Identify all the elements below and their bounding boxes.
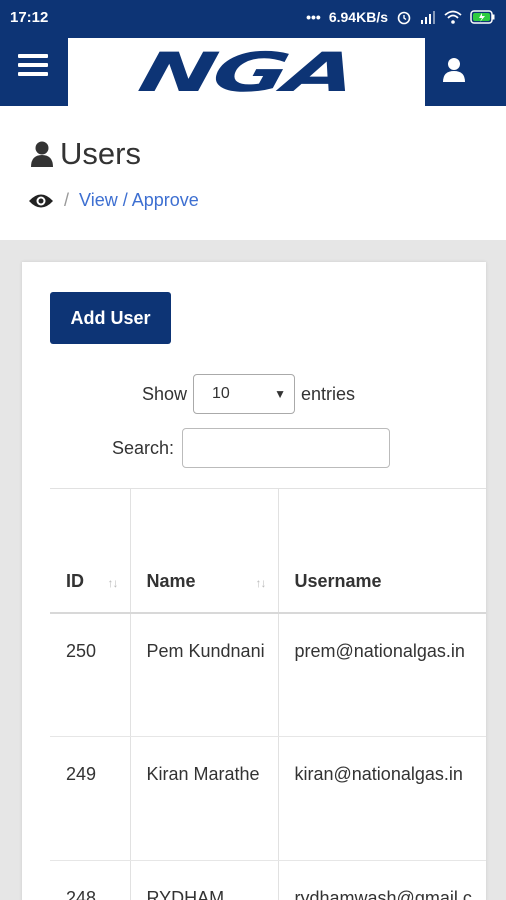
column-header-id[interactable]: ID ↑↓ [50, 488, 131, 614]
page-title-text: Users [60, 136, 141, 171]
entries-select[interactable]: 10 ▼ [193, 374, 296, 414]
logo-text: NGA [133, 40, 360, 104]
table-row[interactable]: 249 Kiran Marathe kiran@nationalgas.in [50, 736, 486, 861]
add-user-button[interactable]: Add User [50, 292, 171, 344]
alarm-icon [397, 11, 411, 25]
cell-id: 248 [50, 860, 131, 900]
users-table-wrapper: ID ↑↓ Name ↑↓ Username 250 Pem Kundnani [50, 488, 486, 900]
dots-icon: ••• [306, 9, 321, 25]
logo: NGA [68, 38, 425, 106]
table-row[interactable]: 248 RYDHAM rydhamwash@gmail.c [50, 860, 486, 900]
cell-username: kiran@nationalgas.in [278, 736, 486, 861]
status-time: 17:12 [10, 8, 49, 26]
network-speed: 6.94KB/s [328, 9, 388, 25]
table-row[interactable]: 250 Pem Kundnani prem@nationalgas.in [50, 612, 486, 737]
user-icon [31, 141, 53, 167]
cell-name: RYDHAM [130, 860, 279, 900]
status-bar: 17:12 ••• 6.94KB/s [0, 0, 506, 34]
app-bar: NGA [0, 34, 506, 106]
page-header: Users / View / Approve [0, 106, 506, 240]
battery-charging-icon [470, 10, 495, 24]
table-header-row: ID ↑↓ Name ↑↓ Username [50, 488, 486, 614]
eye-icon [29, 194, 53, 207]
users-table: ID ↑↓ Name ↑↓ Username 250 Pem Kundnani [50, 488, 486, 900]
page-title: Users [30, 136, 141, 172]
breadcrumb-separator: / [64, 190, 70, 210]
caret-down-icon: ▼ [274, 387, 287, 401]
signal-icon [421, 11, 435, 24]
cell-name: Kiran Marathe [130, 736, 279, 861]
cell-username: prem@nationalgas.in [278, 612, 486, 737]
hamburger-menu-icon[interactable] [18, 54, 48, 84]
show-label: Show [142, 383, 188, 404]
cell-id: 250 [50, 612, 131, 737]
entries-value: 10 [212, 385, 230, 402]
column-header-username[interactable]: Username [278, 488, 486, 614]
users-card: Add User Show 10 ▼ entries Search: ID ↑↓… [22, 262, 486, 900]
search-control: Search: [112, 428, 391, 468]
cell-name: Pem Kundnani [130, 612, 279, 737]
entries-control: Show 10 ▼ entries [142, 374, 355, 414]
wifi-icon [444, 10, 462, 24]
cell-username: rydhamwash@gmail.c [278, 860, 486, 900]
user-icon[interactable] [440, 56, 468, 84]
status-icons: ••• 6.94KB/s [306, 9, 496, 25]
search-input[interactable] [182, 428, 391, 468]
entries-label: entries [301, 383, 356, 404]
cell-id: 249 [50, 736, 131, 861]
column-header-name[interactable]: Name ↑↓ [130, 488, 279, 614]
breadcrumb-link[interactable]: View / Approve [79, 190, 199, 211]
search-label: Search: [112, 437, 175, 458]
sort-icon: ↑↓ [107, 575, 119, 590]
breadcrumb: / View / Approve [28, 190, 199, 211]
sort-icon: ↑↓ [255, 575, 267, 590]
